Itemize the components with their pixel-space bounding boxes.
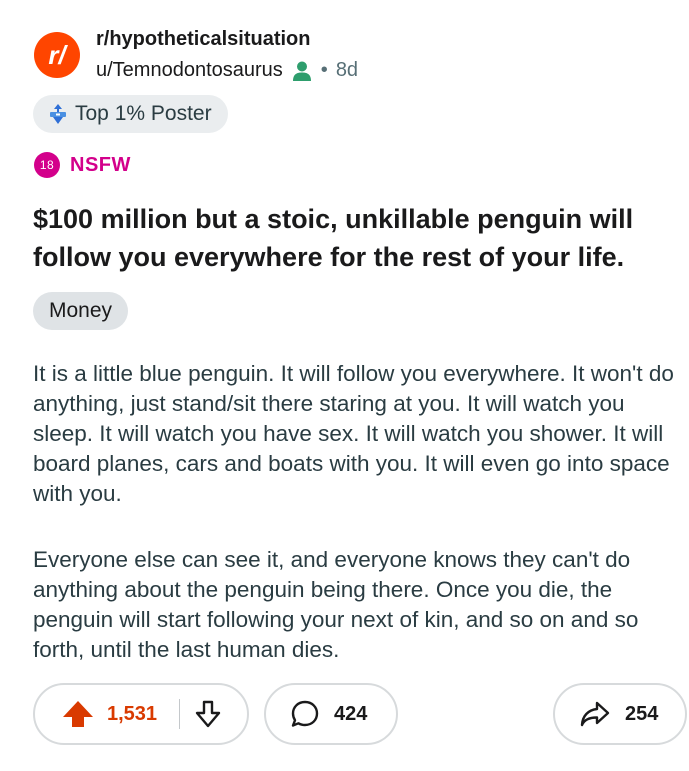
comments-button[interactable]: 424	[264, 683, 398, 745]
avatar-letter: r/	[48, 39, 66, 70]
upvote-count: 1,531	[107, 702, 158, 725]
downvote-icon[interactable]	[194, 699, 222, 729]
nsfw-label: NSFW	[70, 153, 131, 176]
vote-bar: 1,531	[33, 683, 249, 745]
post-title[interactable]: $100 million but a stoic, unkillable pen…	[33, 200, 663, 276]
comment-icon	[290, 699, 320, 729]
share-button[interactable]: 254	[553, 683, 687, 745]
upvote-icon[interactable]	[61, 699, 95, 729]
post-age: 8d	[335, 59, 359, 81]
post-body-paragraph: Everyone else can see it, and everyone k…	[33, 547, 639, 662]
vote-divider	[179, 699, 181, 729]
nsfw-18-icon: 18	[34, 152, 60, 178]
share-count: 254	[625, 702, 659, 725]
user-flair-label: Top 1% Poster	[75, 102, 212, 125]
nsfw-tag: 18 NSFW	[34, 152, 131, 178]
subreddit-avatar-icon[interactable]: r/	[34, 32, 80, 78]
user-flair: Top 1% Poster	[33, 95, 228, 133]
user-icon	[291, 60, 313, 82]
username[interactable]: u/Temnodontosaurus	[96, 59, 283, 82]
subreddit-name[interactable]: r/hypotheticalsituation	[96, 28, 310, 51]
comment-count: 424	[334, 702, 368, 725]
post-author-line: u/Temnodontosaurus • 8d	[96, 59, 358, 82]
share-icon	[579, 699, 611, 729]
separator: •	[320, 59, 328, 81]
post-body-paragraph: It is a little blue penguin. It will fol…	[33, 361, 674, 506]
top-poster-icon	[47, 103, 69, 125]
post-flair[interactable]: Money	[33, 292, 129, 330]
